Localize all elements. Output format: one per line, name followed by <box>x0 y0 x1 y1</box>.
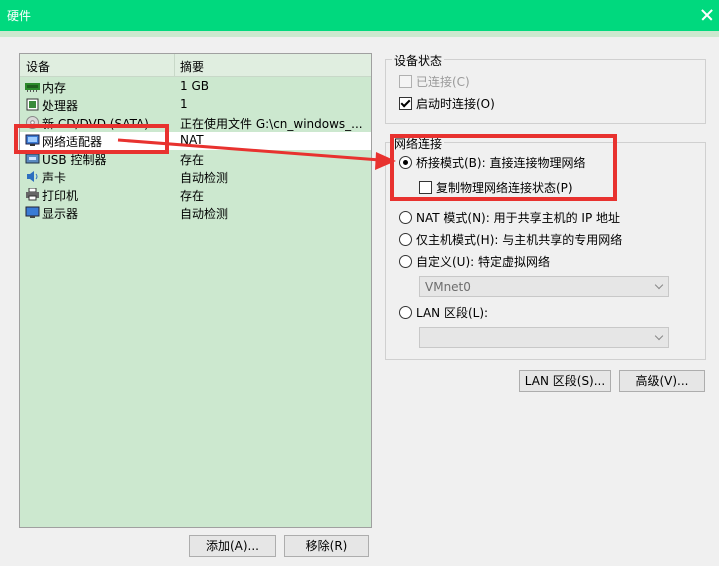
annotation-arrow-icon <box>117 138 396 170</box>
